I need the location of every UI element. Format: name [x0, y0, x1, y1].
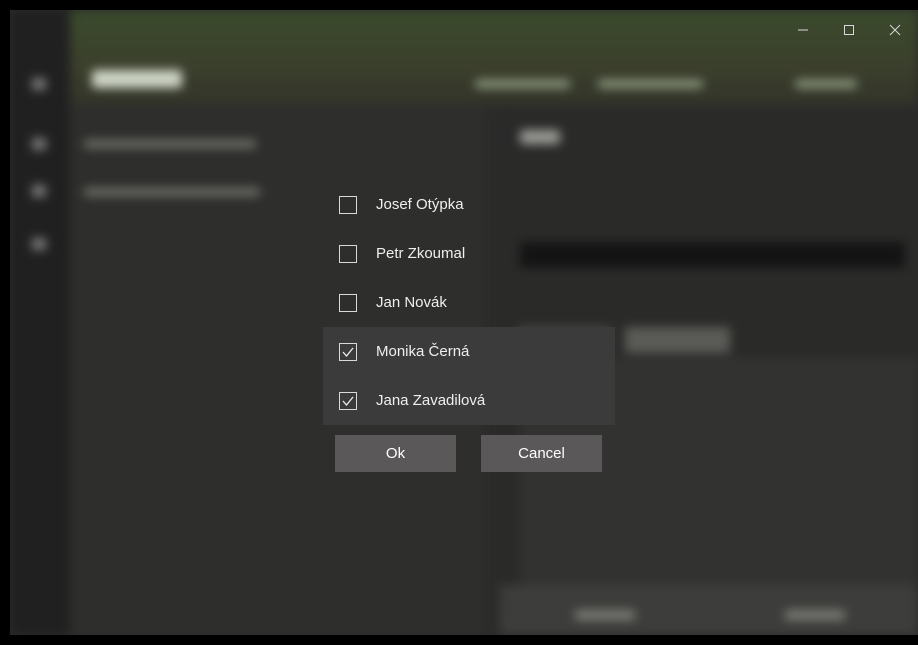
- checkbox[interactable]: [339, 244, 357, 263]
- title-bar: [10, 10, 918, 50]
- back-icon: [32, 78, 46, 90]
- option-label: Jan Novák: [376, 294, 447, 311]
- option-label: Josef Otýpka: [376, 196, 464, 213]
- rail-icon-3: [32, 238, 46, 250]
- checkbox[interactable]: [339, 391, 357, 410]
- detail-chip: [625, 327, 730, 353]
- maximize-icon: [844, 25, 854, 35]
- rail-icon-1: [32, 138, 46, 150]
- close-icon: [889, 24, 901, 36]
- checkmark-icon: [342, 396, 354, 406]
- option-3[interactable]: Monika Černá: [323, 327, 615, 376]
- toolbar-item-3: [795, 80, 857, 88]
- footer-button: [575, 610, 635, 620]
- option-4[interactable]: Jana Zavadilová: [323, 376, 615, 425]
- checkbox[interactable]: [339, 342, 357, 361]
- option-label: Jana Zavadilová: [376, 392, 486, 409]
- option-0[interactable]: Josef Otýpka: [323, 180, 615, 229]
- checkmark-icon: [342, 347, 354, 357]
- detail-footer: [500, 585, 918, 635]
- toolbar-item-1: [475, 80, 570, 88]
- footer-button: [785, 610, 845, 620]
- people-checklist: Josef Otýpka Petr Zkoumal Jan Novák Moni…: [323, 180, 615, 425]
- option-1[interactable]: Petr Zkoumal: [323, 229, 615, 278]
- list-item: [84, 188, 260, 196]
- minimize-button[interactable]: [780, 10, 826, 50]
- cancel-button[interactable]: Cancel: [481, 435, 602, 472]
- checkbox[interactable]: [339, 195, 357, 214]
- ok-button[interactable]: Ok: [335, 435, 456, 472]
- rail-icon-2: [32, 185, 46, 197]
- option-label: Monika Černá: [376, 343, 470, 360]
- detail-title: [520, 130, 560, 144]
- minimize-icon: [798, 29, 808, 31]
- maximize-button[interactable]: [826, 10, 872, 50]
- option-2[interactable]: Jan Novák: [323, 278, 615, 327]
- page-title: [92, 70, 182, 88]
- option-label: Petr Zkoumal: [376, 245, 466, 262]
- nav-rail: [10, 10, 70, 635]
- close-button[interactable]: [872, 10, 918, 50]
- checkbox[interactable]: [339, 293, 357, 312]
- list-item: [84, 140, 256, 148]
- toolbar-item-2: [598, 80, 703, 88]
